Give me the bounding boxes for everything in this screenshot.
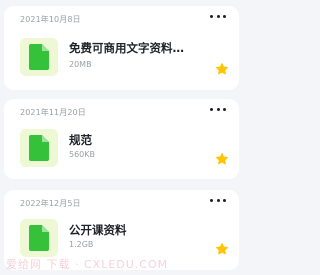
- star-icon[interactable]: [215, 242, 229, 256]
- star-icon[interactable]: [215, 62, 229, 76]
- file-title[interactable]: 免费可商用文字资料…: [69, 40, 184, 56]
- file-title[interactable]: 公开课资料: [69, 222, 127, 238]
- document-icon: [20, 129, 58, 167]
- star-icon[interactable]: [215, 152, 229, 166]
- watermark: 爱给网 下载 · CXLEDU.COM: [6, 258, 169, 271]
- file-card[interactable]: 2021年10月8日 免费可商用文字资料… 20MB: [4, 6, 239, 90]
- file-date: 2022年12月5日: [20, 199, 81, 208]
- file-size: 20MB: [69, 60, 92, 69]
- file-size: 560KB: [69, 150, 96, 159]
- file-size: 1.2GB: [69, 240, 94, 249]
- file-card[interactable]: 2021年11月20日 规范 560KB: [4, 99, 239, 179]
- file-date: 2021年10月8日: [20, 15, 81, 24]
- more-options-icon[interactable]: [207, 193, 229, 207]
- document-icon: [20, 38, 58, 76]
- file-date: 2021年11月20日: [20, 108, 86, 117]
- file-title[interactable]: 规范: [69, 132, 92, 148]
- document-icon: [20, 219, 58, 257]
- more-options-icon[interactable]: [207, 102, 229, 116]
- more-options-icon[interactable]: [207, 9, 229, 23]
